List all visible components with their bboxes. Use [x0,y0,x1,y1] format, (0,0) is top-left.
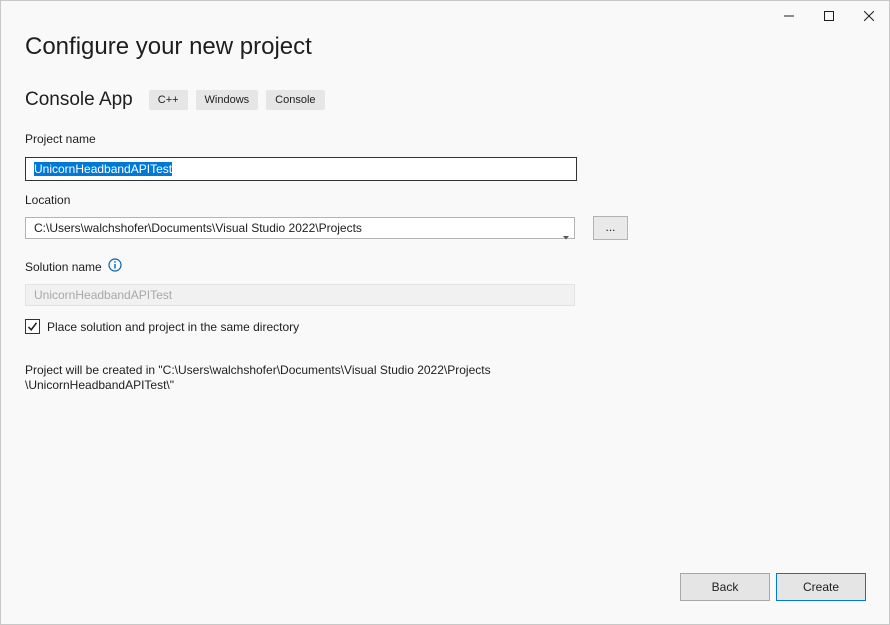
maximize-icon [824,11,834,21]
create-button[interactable]: Create [776,573,866,601]
close-icon [864,11,874,21]
location-label: Location [25,193,71,207]
back-button[interactable]: Back [680,573,770,601]
tag-platform: Windows [195,90,259,110]
chevron-down-icon[interactable] [563,226,569,246]
project-name-value: UnicornHeadbandAPITest [34,162,173,176]
solution-name-label: Solution name [25,259,102,274]
project-name-label: Project name [25,132,96,146]
same-directory-label[interactable]: Place solution and project in the same d… [47,320,299,334]
same-directory-row: Place solution and project in the same d… [25,319,299,334]
template-name: Console App [25,89,133,110]
same-directory-checkbox[interactable] [25,319,40,334]
info-icon[interactable] [108,258,122,275]
window-controls [769,1,889,31]
template-row: Console App C++ Windows Console [25,89,333,111]
configure-project-window: Configure your new project Console App C… [0,0,890,625]
project-path-info: Project will be created in "C:\Users\wal… [25,363,491,393]
solution-name-input: UnicornHeadbandAPITest [25,284,575,306]
location-value: C:\Users\walchshofer\Documents\Visual St… [34,221,362,235]
minimize-button[interactable] [769,1,809,31]
path-info-line1: Project will be created in "C:\Users\wal… [25,363,491,377]
project-name-input[interactable]: UnicornHeadbandAPITest [25,157,577,181]
tag-project-type: Console [266,90,325,110]
tag-language: C++ [148,90,188,110]
location-combobox[interactable]: C:\Users\walchshofer\Documents\Visual St… [25,217,575,240]
minimize-icon [784,11,794,21]
solution-name-value: UnicornHeadbandAPITest [34,288,173,302]
browse-button[interactable]: ... [593,216,628,240]
solution-name-label-row: Solution name [25,258,122,275]
page-title: Configure your new project [25,33,312,60]
maximize-button[interactable] [809,1,849,31]
path-info-line2: \UnicornHeadbandAPITest\" [25,378,175,392]
close-button[interactable] [849,1,889,31]
